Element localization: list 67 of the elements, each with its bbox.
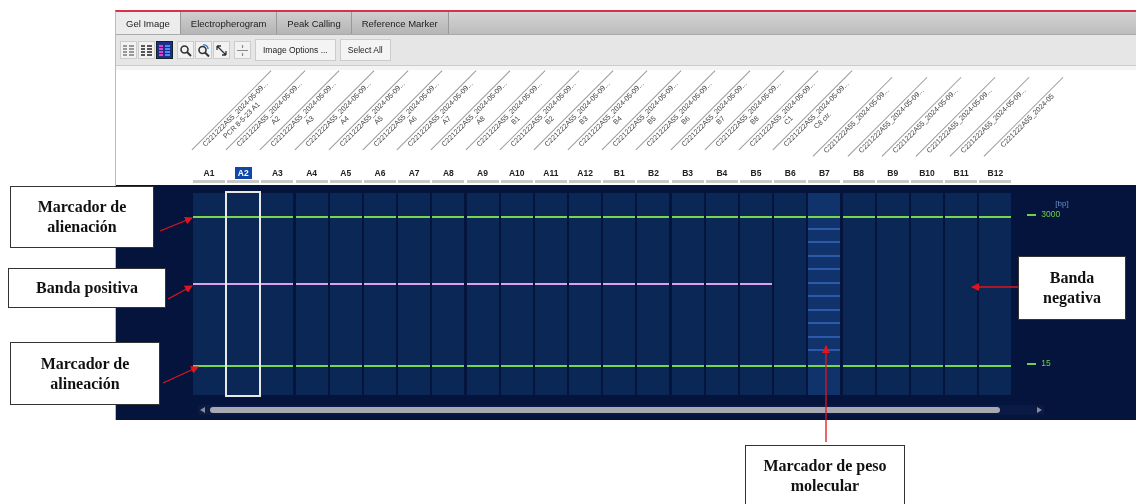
tab[interactable]: Electropherogram [180,12,278,34]
axis-tick: 3000 [1041,209,1061,219]
annotation-label: Marcador de alienación [10,186,154,248]
lane-label[interactable]: A9 [474,167,491,179]
lane-label[interactable]: B4 [713,167,731,179]
gel-lane[interactable] [705,193,738,395]
lane-label[interactable]: A10 [505,167,528,179]
lane-label[interactable]: A3 [268,167,286,179]
lane-label[interactable]: A6 [371,167,389,179]
zoom-reset-icon[interactable] [195,41,212,59]
annotation-label: Banda negativa [1018,256,1126,320]
gel-lane[interactable] [603,193,636,395]
lane-label[interactable]: B1 [610,167,628,179]
annotation-label: Marcador de alineación [10,342,160,405]
search-icon[interactable] [177,41,194,59]
gel-lane[interactable] [432,193,465,395]
tab[interactable]: Gel Image [116,12,181,34]
gel-lane[interactable] [329,193,362,395]
toolbar-button[interactable]: Select All [339,39,391,61]
lane-label[interactable]: B9 [884,167,902,179]
lane-label[interactable]: A5 [337,167,355,179]
gel-lane[interactable] [637,193,670,395]
gel-lane[interactable] [261,193,294,395]
lane-label[interactable]: B5 [747,167,765,179]
tick-mark [1027,214,1037,216]
annotation-arrow [167,285,193,300]
gel-lane[interactable] [671,193,704,395]
tick-mark [1027,363,1037,365]
lane-label[interactable]: A8 [439,167,457,179]
gel-view-icon[interactable] [156,41,173,59]
tab[interactable]: Peak Calling [277,12,352,34]
annotation-arrow [159,216,193,232]
axis-tick: 15 [1041,358,1051,368]
lane-label[interactable]: B6 [781,167,799,179]
lane-label[interactable]: B3 [679,167,697,179]
toolbar-button[interactable]: Image Options ... [255,39,336,61]
lane-label[interactable]: B10 [916,167,938,179]
table-view-icon[interactable] [138,41,155,59]
lane-label[interactable]: A12 [574,167,596,179]
gel-lane[interactable] [466,193,499,395]
lane-label[interactable]: B7 [815,167,833,179]
ladder-lane[interactable] [808,193,841,395]
lane-label[interactable]: A11 [540,167,562,179]
gel-lane[interactable] [500,193,533,395]
lane-label[interactable]: A4 [303,167,320,179]
scrollbar[interactable] [198,405,1044,415]
gel-lane[interactable] [227,193,260,395]
gel-lane[interactable] [398,193,431,395]
annotation-arrow [162,366,199,384]
gel-lane[interactable] [534,193,567,395]
lane-label[interactable]: B11 [950,167,972,179]
lane-label[interactable]: B2 [645,167,662,179]
gel-lane[interactable] [295,193,328,395]
gel-lane[interactable] [363,193,396,395]
lane-label[interactable]: A1 [200,167,218,179]
resize-icon[interactable] [213,41,230,59]
lane-label[interactable]: A7 [405,167,423,179]
gel-lane[interactable] [740,193,772,395]
annotation-label: Banda positiva [8,268,166,308]
axis-unit: [bp] [1055,199,1069,208]
lane-label[interactable]: A2 [234,167,252,179]
gel-lane[interactable] [193,193,225,395]
annotation-label: Marcador de peso molecular [745,445,905,504]
tab[interactable]: Reference Marker [351,12,449,34]
lane-label[interactable]: B8 [850,167,867,179]
lane-label[interactable]: B12 [984,167,1007,179]
gel-lane[interactable] [569,193,602,395]
